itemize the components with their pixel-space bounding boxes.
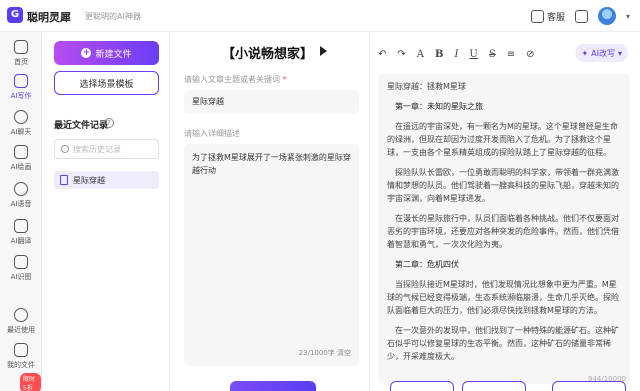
chat-icon <box>14 110 28 124</box>
top-bar: G 聪明灵犀 更聪明的AI神器 客服 ▾ <box>0 0 640 32</box>
nav-label: AI聊天 <box>10 128 32 136</box>
app-slogan: 更聪明的AI神器 <box>85 12 141 21</box>
clear-format-icon[interactable]: ⊘ <box>526 49 534 60</box>
sparkle-icon: ✦ <box>581 48 589 58</box>
recent-files-title: 最近文件记录 <box>54 121 109 131</box>
topic-label: 请输入文章主题或者关键词 * <box>184 75 287 84</box>
pen-icon <box>14 74 28 88</box>
nav-item-recent[interactable]: 最近使用 <box>0 308 42 335</box>
clear-button[interactable]: 清空 <box>337 349 351 357</box>
plus-icon: + <box>81 48 92 58</box>
ai-rewrite-button[interactable]: ✦ AI改写 ▾ <box>575 44 628 62</box>
document-icon <box>60 175 68 185</box>
doc-paragraph: 在漫长的星际旅行中，队员们面临着各种挑战。他们不仅要面对恶劣的宇宙环境，还要应对… <box>387 214 619 249</box>
nav-item-ai-image[interactable]: AI识图 <box>0 255 42 282</box>
recent-file-name: 星际穿越 <box>73 175 105 185</box>
app-logo: G <box>7 7 23 23</box>
italic-icon[interactable]: I <box>454 49 458 60</box>
doc-paragraph: 星际穿越：拯救M星球 <box>387 82 466 91</box>
undo-icon[interactable]: ↶ <box>378 49 386 60</box>
service-label: 客服 <box>546 12 565 23</box>
doc-paragraph: 探险队队长雷欧，一位勇敢而聪明的科学家，带领着一群充满激情和梦想的队员。他们驾驶… <box>387 168 619 203</box>
redo-icon[interactable]: ↷ <box>397 49 405 60</box>
service-icon <box>530 9 544 23</box>
font-color-icon[interactable]: A <box>417 49 424 60</box>
translate-icon <box>14 219 28 233</box>
nav-label: 最近使用 <box>7 326 35 334</box>
bold-icon[interactable]: B <box>435 49 443 60</box>
clock-icon <box>14 308 28 322</box>
recent-file-item[interactable]: 星际穿越 <box>54 171 159 189</box>
description-text: 为了拯救M星球展开了一场紧张刺激的星际穿越行动 <box>192 153 351 175</box>
image-icon <box>14 255 28 269</box>
editor-action-button-1[interactable] <box>390 381 454 391</box>
topic-field[interactable]: 星际穿越 <box>184 90 359 113</box>
ai-rewrite-label: AI改写 <box>591 48 615 58</box>
nav-label: AI语音 <box>10 200 32 208</box>
nav-label: AI绘画 <box>10 163 32 171</box>
app-name: 聪明灵犀 <box>27 11 71 24</box>
new-file-button[interactable]: + 新建文件 <box>54 41 159 65</box>
nav-label: AI写作 <box>10 92 32 100</box>
folder-icon <box>14 343 28 357</box>
nav-label: AI翻译 <box>10 237 32 245</box>
play-icon[interactable] <box>320 46 327 56</box>
underline-icon[interactable]: U <box>469 49 477 60</box>
list-icon[interactable]: ≡ <box>507 49 515 60</box>
doc-paragraph: 第二章：危机四伏 <box>395 260 459 269</box>
home-icon <box>14 40 28 54</box>
page-title: 【小说畅想家】 <box>222 47 314 62</box>
strikethrough-icon[interactable]: S <box>489 49 496 60</box>
nav-item-ai-paint[interactable]: AI绘画 <box>0 145 42 172</box>
description-counter: 23/1000字 清空 <box>298 349 351 357</box>
file-panel: + 新建文件 选择场景模板 最近文件记录 ? 星际穿越 <box>42 32 170 391</box>
history-search-input[interactable] <box>73 144 153 154</box>
nav-item-ai-chat[interactable]: AI聊天 <box>0 110 42 137</box>
left-nav: 首页 AI写作 AI聊天 AI绘画 AI语音 AI翻译 AI识图 最近使用 我的… <box>0 32 42 391</box>
notification-icon[interactable] <box>574 9 588 23</box>
editor-action-button-3[interactable] <box>552 381 626 391</box>
nav-item-ai-writing[interactable]: AI写作 <box>0 74 42 101</box>
nav-item-home[interactable]: 首页 <box>0 40 42 67</box>
description-label: 请输入详细描述 <box>184 129 240 138</box>
voice-icon <box>14 182 28 196</box>
service-button[interactable]: 客服 <box>530 9 565 23</box>
chevron-down-icon[interactable]: ▾ <box>626 12 630 21</box>
new-file-label: 新建文件 <box>95 49 132 60</box>
history-search[interactable] <box>54 139 159 159</box>
nav-label: AI识图 <box>10 273 32 281</box>
avatar[interactable] <box>597 7 616 25</box>
help-icon[interactable]: ? <box>104 118 114 128</box>
description-field[interactable]: 为了拯救M星球展开了一场紧张刺激的星际穿越行动 23/1000字 清空 <box>184 144 359 366</box>
nav-item-ai-voice[interactable]: AI语音 <box>0 182 42 209</box>
nav-label: 我的文件 <box>7 361 35 369</box>
form-panel: 【小说畅想家】 请输入文章主题或者关键词 * 星际穿越 请输入详细描述 为了拯救… <box>170 32 385 391</box>
editor-action-button-2[interactable] <box>462 381 526 391</box>
doc-paragraph: 当探险队接近M星球时，他们发现情况比想象中更为严重。M星球的气候已经变得极端，生… <box>387 280 619 315</box>
chevron-down-icon: ▾ <box>617 48 622 58</box>
vip-badge[interactable]: 限时5折 <box>20 373 41 391</box>
generate-button[interactable] <box>230 381 316 391</box>
doc-paragraph: 在一次意外的发现中，他们找到了一种特殊的能源矿石。这种矿石似乎可以修复星球的生态… <box>387 326 619 361</box>
nav-label: 首页 <box>14 58 28 66</box>
search-icon <box>61 145 69 153</box>
topbar-actions: 客服 ▾ <box>530 6 630 26</box>
choose-template-button[interactable]: 选择场景模板 <box>54 71 159 95</box>
nav-item-ai-translate[interactable]: AI翻译 <box>0 219 42 246</box>
doc-paragraph: 在遥远的宇宙深处，有一颗名为M的星球。这个星球曾经是生命的绿洲，但现在却因为过度… <box>387 122 618 157</box>
doc-paragraph: 第一章：未知的星际之旅 <box>395 102 483 111</box>
nav-item-my-files[interactable]: 我的文件 <box>0 343 42 370</box>
editor-panel: ↶ ↷ A B I U S ≡ ⊘ ✦ AI改写 ▾ 星际穿越：拯救M星球 第一… <box>370 32 640 391</box>
paint-icon <box>14 145 28 159</box>
document-content[interactable]: 星际穿越：拯救M星球 第一章：未知的星际之旅 在遥远的宇宙深处，有一颗名为M的星… <box>378 74 630 384</box>
